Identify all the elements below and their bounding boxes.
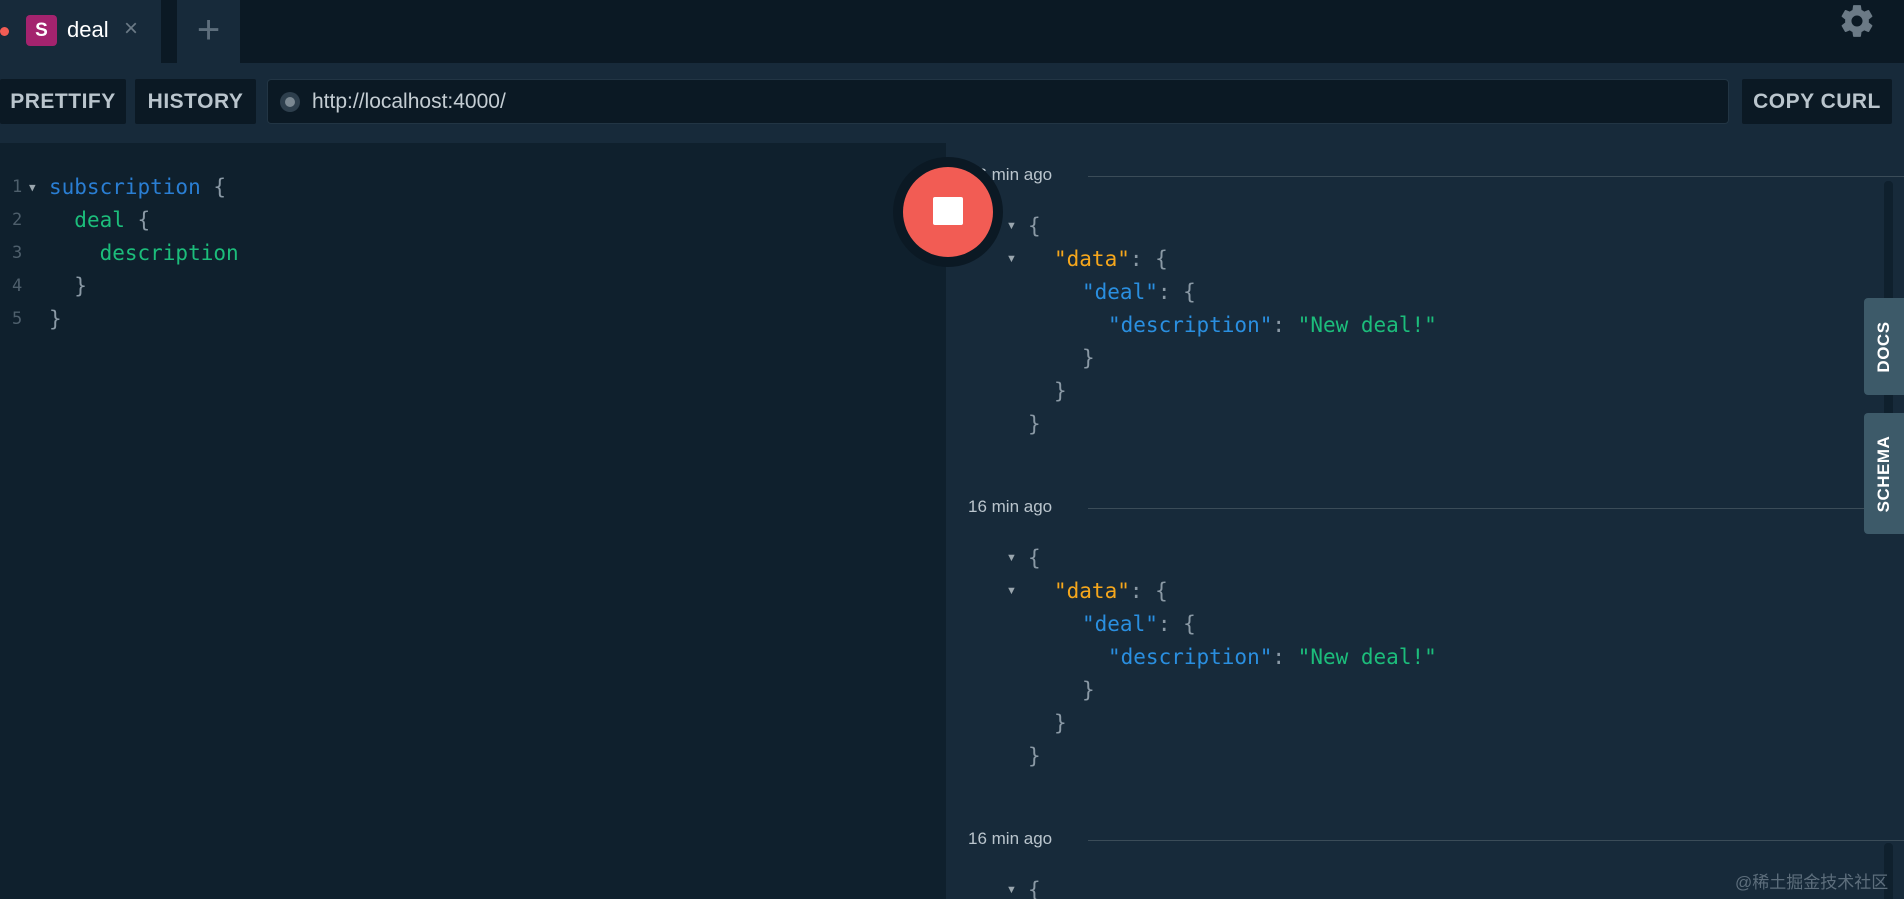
code-token: subscription bbox=[49, 175, 201, 199]
result-timestamp: 16 min ago bbox=[968, 829, 1063, 849]
json-punctuation: } bbox=[1054, 711, 1067, 735]
tab-label: deal bbox=[67, 17, 109, 42]
add-tab-button[interactable]: + bbox=[177, 0, 240, 63]
fold-arrow-icon[interactable]: ▼ bbox=[1006, 575, 1017, 608]
json-punctuation: } bbox=[1028, 744, 1041, 768]
json-punctuation: } bbox=[1082, 346, 1095, 370]
json-key: "data" bbox=[1054, 247, 1130, 271]
json-string-value: "New deal!" bbox=[1297, 313, 1437, 337]
stop-icon bbox=[933, 197, 963, 225]
watermark: @稀土掘金技术社区 bbox=[1735, 873, 1889, 892]
json-string-value: "New deal!" bbox=[1297, 645, 1437, 669]
history-button[interactable]: HISTORY bbox=[135, 79, 256, 124]
line-number: 3 bbox=[12, 243, 23, 263]
json-line: { bbox=[1028, 210, 1041, 243]
prettify-button[interactable]: PRETTIFY bbox=[0, 79, 126, 124]
json-punctuation: { bbox=[1028, 214, 1041, 238]
query-editor[interactable]: 1 ▼ subscription {2 deal {3 description 4 }… bbox=[0, 143, 946, 899]
fold-arrow-icon[interactable]: ▼ bbox=[29, 171, 36, 204]
code-token: description bbox=[99, 241, 239, 265]
copy-curl-button[interactable]: COPY CURL bbox=[1742, 79, 1892, 124]
endpoint-url: http://localhost:4000/ bbox=[312, 90, 506, 113]
json-line: "deal": { bbox=[1082, 276, 1196, 309]
docs-tab[interactable]: DOCS bbox=[1864, 298, 1904, 395]
json-punctuation: : { bbox=[1157, 280, 1196, 304]
code-text: subscription { bbox=[49, 171, 226, 204]
json-key: "description" bbox=[1108, 645, 1273, 669]
result-divider bbox=[1088, 840, 1904, 841]
line-number: 5 bbox=[12, 309, 23, 329]
json-punctuation: : { bbox=[1129, 579, 1168, 603]
code-token: { bbox=[200, 175, 227, 199]
json-punctuation: : bbox=[1272, 313, 1298, 337]
endpoint-url-input[interactable]: http://localhost:4000/ bbox=[267, 79, 1729, 124]
json-punctuation: { bbox=[1028, 546, 1041, 570]
result-divider bbox=[1088, 508, 1904, 509]
code-token: { bbox=[124, 208, 151, 232]
json-line: } bbox=[1082, 674, 1095, 707]
json-line: "data": { bbox=[1054, 575, 1168, 608]
code-line[interactable]: 1 ▼ subscription { bbox=[0, 171, 946, 204]
schema-tab-label: SCHEMA bbox=[1874, 435, 1893, 512]
code-text: } bbox=[49, 303, 62, 336]
json-key: "deal" bbox=[1082, 612, 1158, 636]
json-line: "description": "New deal!" bbox=[1108, 641, 1437, 674]
json-punctuation: : { bbox=[1129, 247, 1168, 271]
results-panel: 16 min ago ▼{▼ "data": {"deal": {"descript… bbox=[946, 143, 1904, 899]
json-line: } bbox=[1054, 707, 1067, 740]
tab-bar: S deal × + bbox=[0, 0, 1904, 63]
code-token: } bbox=[49, 307, 62, 331]
json-line: } bbox=[1054, 375, 1067, 408]
code-line[interactable]: 4 } bbox=[0, 270, 946, 303]
json-punctuation: : { bbox=[1157, 612, 1196, 636]
code-token: } bbox=[74, 274, 87, 298]
json-punctuation: { bbox=[1028, 878, 1041, 899]
code-token: deal bbox=[74, 208, 125, 232]
json-line: } bbox=[1028, 740, 1041, 773]
json-punctuation: : bbox=[1272, 645, 1298, 669]
code-line[interactable]: 5} bbox=[0, 303, 946, 336]
fold-arrow-icon[interactable]: ▼ bbox=[1006, 210, 1017, 243]
json-line: "description": "New deal!" bbox=[1108, 309, 1437, 342]
json-line: { bbox=[1028, 542, 1041, 575]
docs-tab-label: DOCS bbox=[1874, 320, 1893, 373]
stop-subscription-button[interactable] bbox=[903, 167, 993, 257]
schema-tab[interactable]: SCHEMA bbox=[1864, 413, 1904, 534]
json-line: } bbox=[1082, 342, 1095, 375]
status-dot-icon bbox=[280, 92, 300, 112]
json-punctuation: } bbox=[1054, 379, 1067, 403]
result-timestamp: 16 min ago bbox=[968, 497, 1063, 517]
json-line: "data": { bbox=[1054, 243, 1168, 276]
code-text: } bbox=[49, 270, 87, 303]
fold-arrow-icon[interactable]: ▼ bbox=[1006, 874, 1017, 899]
close-icon[interactable]: × bbox=[124, 15, 138, 43]
json-line: } bbox=[1028, 408, 1041, 441]
unsaved-dot-icon bbox=[0, 27, 9, 36]
code-line[interactable]: 2 deal { bbox=[0, 204, 946, 237]
subscription-badge: S bbox=[26, 15, 57, 46]
tab-deal[interactable]: S deal × bbox=[0, 0, 161, 63]
toolbar: PRETTIFY HISTORY http://localhost:4000/ … bbox=[0, 63, 1904, 143]
json-line: "deal": { bbox=[1082, 608, 1196, 641]
line-number: 1 bbox=[12, 177, 23, 197]
json-key: "data" bbox=[1054, 579, 1130, 603]
line-number: 4 bbox=[12, 276, 23, 296]
code-line[interactable]: 3 description bbox=[0, 237, 946, 270]
json-key: "deal" bbox=[1082, 280, 1158, 304]
code-text: description bbox=[49, 237, 239, 270]
fold-arrow-icon[interactable]: ▼ bbox=[1006, 542, 1017, 575]
code-text: deal { bbox=[49, 204, 150, 237]
json-punctuation: } bbox=[1082, 678, 1095, 702]
fold-arrow-icon[interactable]: ▼ bbox=[1006, 243, 1017, 276]
line-number: 2 bbox=[12, 210, 23, 230]
json-punctuation: } bbox=[1028, 412, 1041, 436]
gear-icon[interactable] bbox=[1838, 2, 1876, 40]
json-line: { bbox=[1028, 874, 1041, 899]
json-key: "description" bbox=[1108, 313, 1273, 337]
result-divider bbox=[1088, 176, 1904, 177]
